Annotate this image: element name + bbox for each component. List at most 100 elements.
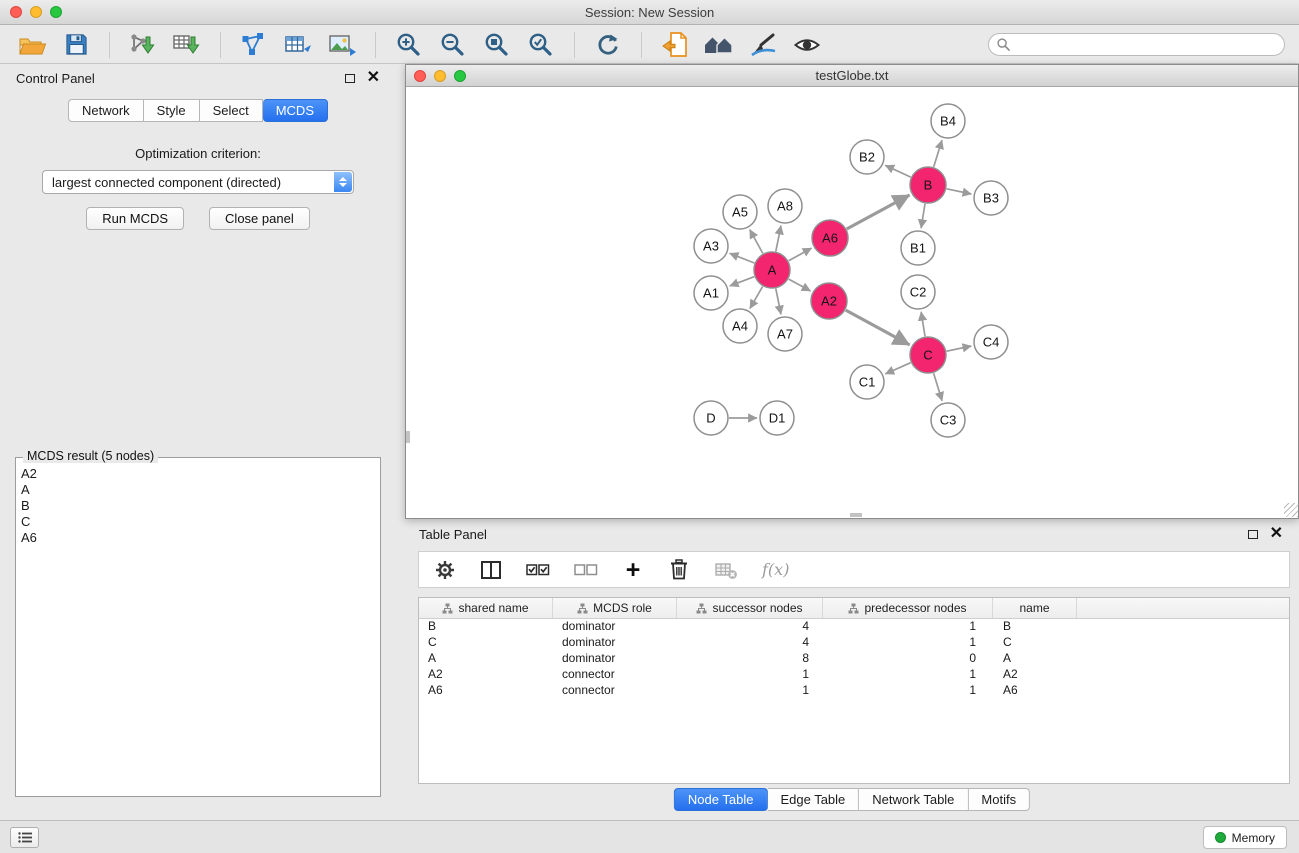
maximize-window-button[interactable]	[50, 6, 62, 18]
graph-edge[interactable]	[730, 253, 755, 263]
select-all-button[interactable]	[526, 558, 550, 582]
table-row[interactable]: Cdominator41C	[419, 635, 1289, 651]
graph-node-A2[interactable]: A2	[811, 283, 847, 319]
close-panel-button[interactable]: Close panel	[209, 207, 310, 230]
graph-node-B3[interactable]: B3	[974, 181, 1008, 215]
column-header-name[interactable]: name	[993, 598, 1077, 618]
table-settings-button[interactable]	[434, 558, 456, 582]
graph-node-A4[interactable]: A4	[723, 309, 757, 343]
save-session-button[interactable]	[58, 29, 94, 61]
column-header-predecessor-nodes[interactable]: predecessor nodes	[823, 598, 993, 618]
table-row[interactable]: A2connector11A2	[419, 667, 1289, 683]
minimize-window-button[interactable]	[30, 6, 42, 18]
graph-edge[interactable]	[885, 363, 910, 374]
network-minimize-button[interactable]	[434, 70, 446, 82]
close-panel-icon[interactable]: ✕	[367, 72, 380, 84]
graph-node-C3[interactable]: C3	[931, 403, 965, 437]
graph-edge[interactable]	[750, 287, 763, 309]
graph-node-C2[interactable]: C2	[901, 275, 935, 309]
tab-network-table[interactable]: Network Table	[859, 788, 968, 811]
zoom-fit-button[interactable]	[479, 29, 515, 61]
float-panel-icon[interactable]	[345, 74, 355, 83]
mcds-result-item[interactable]: A	[19, 482, 377, 498]
tab-select[interactable]: Select	[200, 99, 263, 122]
close-table-panel-icon[interactable]: ✕	[1270, 528, 1283, 540]
mcds-result-item[interactable]: C	[19, 514, 377, 530]
graph-node-B[interactable]: B	[910, 167, 946, 203]
network-close-button[interactable]	[414, 70, 426, 82]
graph-node-A[interactable]: A	[754, 252, 790, 288]
graph-edge[interactable]	[789, 248, 812, 261]
graph-node-B4[interactable]: B4	[931, 104, 965, 138]
graph-edge[interactable]	[921, 312, 925, 336]
graph-edge[interactable]	[934, 140, 942, 167]
tab-motifs[interactable]: Motifs	[968, 788, 1030, 811]
float-table-panel-icon[interactable]	[1248, 530, 1258, 539]
graph-edge[interactable]	[776, 226, 781, 252]
tab-mcds[interactable]: MCDS	[263, 99, 328, 122]
zoom-selected-button[interactable]	[523, 29, 559, 61]
refresh-layout-button[interactable]	[590, 29, 626, 61]
graph-node-A3[interactable]: A3	[694, 229, 728, 263]
graph-node-A1[interactable]: A1	[694, 276, 728, 310]
graph-node-B1[interactable]: B1	[901, 231, 935, 265]
import-table-button[interactable]	[169, 29, 205, 61]
column-header-shared-name[interactable]: shared name	[419, 598, 553, 618]
graph-edge[interactable]	[846, 310, 910, 345]
open-file-button[interactable]	[14, 29, 50, 61]
mcds-result-item[interactable]: B	[19, 498, 377, 514]
table-row[interactable]: Adominator80A	[419, 651, 1289, 667]
table-row[interactable]: Bdominator41B	[419, 619, 1289, 635]
graph-edge[interactable]	[947, 189, 972, 194]
delete-table-button[interactable]	[714, 558, 738, 582]
criterion-dropdown[interactable]: largest connected component (directed)	[42, 170, 354, 194]
column-header-successor-nodes[interactable]: successor nodes	[677, 598, 823, 618]
mcds-result-item[interactable]: A6	[19, 530, 377, 546]
tab-network[interactable]: Network	[68, 99, 144, 122]
task-history-button[interactable]	[10, 827, 39, 848]
mcds-result-item[interactable]: A2	[19, 466, 377, 482]
zoom-in-button[interactable]	[391, 29, 427, 61]
horizontal-scrollbar[interactable]	[850, 513, 862, 517]
tab-edge-table[interactable]: Edge Table	[767, 788, 859, 811]
export-image-button[interactable]	[324, 29, 360, 61]
tab-node-table[interactable]: Node Table	[674, 788, 768, 811]
delete-column-button[interactable]	[668, 558, 690, 582]
graph-node-A7[interactable]: A7	[768, 317, 802, 351]
graph-edge[interactable]	[947, 346, 972, 351]
graph-node-C4[interactable]: C4	[974, 325, 1008, 359]
new-network-table-button[interactable]	[280, 29, 316, 61]
graph-edge[interactable]	[730, 277, 755, 286]
close-window-button[interactable]	[10, 6, 22, 18]
resize-grip[interactable]	[1284, 503, 1298, 517]
column-header-mcds-role[interactable]: MCDS role	[553, 598, 677, 618]
graph-edge[interactable]	[885, 165, 911, 177]
graph-node-D[interactable]: D	[694, 401, 728, 435]
first-neighbors-button[interactable]	[701, 29, 737, 61]
network-maximize-button[interactable]	[454, 70, 466, 82]
open-session-button[interactable]	[657, 29, 693, 61]
network-view[interactable]: B4B2BB3A5A8A6B1A3AC2A1A2A4A7C4CC1C3DD1	[406, 87, 1298, 517]
vertical-scrollbar[interactable]	[406, 431, 410, 443]
apply-style-button[interactable]	[745, 29, 781, 61]
graph-edge[interactable]	[921, 204, 925, 228]
graph-edge[interactable]	[776, 289, 781, 315]
graph-edge[interactable]	[750, 230, 763, 254]
show-hide-button[interactable]	[789, 29, 825, 61]
search-input[interactable]	[1015, 38, 1276, 52]
add-column-button[interactable]: +	[622, 558, 644, 582]
graph-node-C[interactable]: C	[910, 337, 946, 373]
zoom-out-button[interactable]	[435, 29, 471, 61]
graph-node-A8[interactable]: A8	[768, 189, 802, 223]
graph-edge[interactable]	[934, 373, 943, 401]
graph-node-B2[interactable]: B2	[850, 140, 884, 174]
graph-edge[interactable]	[847, 195, 910, 229]
graph-edge[interactable]	[789, 279, 811, 291]
tab-style[interactable]: Style	[144, 99, 200, 122]
network-window-titlebar[interactable]: testGlobe.txt	[406, 65, 1298, 87]
function-builder-button[interactable]: f(x)	[762, 558, 789, 582]
table-row[interactable]: A6connector11A6	[419, 683, 1289, 699]
graph-node-C1[interactable]: C1	[850, 365, 884, 399]
deselect-all-button[interactable]	[574, 558, 598, 582]
graph-node-A5[interactable]: A5	[723, 195, 757, 229]
